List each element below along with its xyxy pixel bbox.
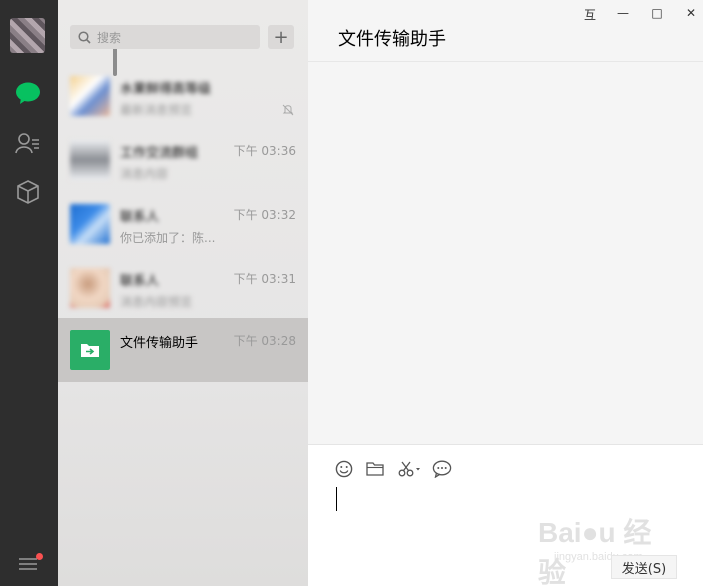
chat-list-item[interactable]: 工作交流群组 下午 03:36 消息内容 — [58, 128, 308, 192]
menu-icon[interactable] — [18, 556, 38, 572]
add-button[interactable]: + — [268, 25, 294, 49]
chat-icon[interactable] — [14, 79, 42, 107]
avatar — [70, 204, 110, 244]
avatar — [70, 268, 110, 308]
scissors-icon[interactable] — [397, 459, 423, 479]
conversation-title: 文件传输助手 — [338, 29, 446, 50]
nav-bar — [0, 0, 58, 586]
contacts-icon[interactable] — [14, 129, 42, 157]
file-transfer-icon — [70, 330, 110, 370]
favorites-icon[interactable] — [14, 178, 42, 206]
chat-name: 联系人 — [120, 210, 160, 225]
chat-time: 下午 03:28 — [233, 334, 296, 348]
minimize-button[interactable]: — — [613, 6, 633, 20]
chat-list-item-active[interactable]: 文件传输助手 下午 03:28 — [58, 318, 308, 382]
text-caret — [336, 487, 337, 511]
folder-icon[interactable] — [365, 459, 385, 479]
chat-name: 联系人 — [120, 274, 160, 289]
chat-time: 下午 03:32 — [233, 208, 296, 222]
maximize-button[interactable]: □ — [647, 6, 667, 20]
chat-preview: 你已添加了：陈... — [120, 231, 216, 245]
header-divider — [308, 61, 703, 62]
chat-preview: 消息内容 — [120, 167, 169, 181]
chat-name: 工作交流群组 — [120, 146, 199, 161]
message-input-area[interactable]: Bai●u 经验 jingyan.baidu.com 发送(S) — [308, 444, 703, 586]
chat-time: 下午 03:31 — [233, 272, 296, 286]
send-button[interactable]: 发送(S) — [611, 555, 677, 579]
chat-list-item[interactable]: 联系人 下午 03:31 消息内容预览 — [58, 256, 308, 320]
chat-list-item[interactable]: 水果鲜得高等级 最新消息预览 — [58, 64, 308, 128]
emoji-icon[interactable] — [334, 459, 354, 479]
user-avatar[interactable] — [10, 18, 45, 53]
chat-name: 文件传输助手 — [120, 336, 199, 351]
avatar — [70, 76, 110, 116]
notification-badge — [36, 553, 43, 560]
chat-name: 水果鲜得高等级 — [120, 82, 212, 97]
mute-icon — [282, 104, 294, 116]
search-input[interactable]: 搜索 — [70, 25, 260, 49]
conversation-pane: 互 — □ ✕ 文件传输助手 Bai●u 经验 jingyan.baidu.co… — [308, 0, 703, 586]
close-button[interactable]: ✕ — [681, 6, 701, 20]
chat-list-panel: 搜索 + 水果鲜得高等级 最新消息预览 工作交流群组 下午 03:36 消息内容… — [58, 0, 308, 586]
search-placeholder: 搜索 — [97, 30, 122, 45]
chat-time: 下午 03:36 — [233, 144, 296, 158]
chat-list-item[interactable]: 联系人 下午 03:32 你已添加了：陈... — [58, 192, 308, 256]
chat-preview: 最新消息预览 — [120, 103, 193, 117]
avatar — [70, 140, 110, 180]
chat-preview: 消息内容预览 — [120, 295, 193, 309]
pin-button[interactable]: 互 — [580, 6, 600, 23]
chat-bubble-icon[interactable] — [432, 459, 452, 479]
search-icon — [78, 30, 91, 44]
